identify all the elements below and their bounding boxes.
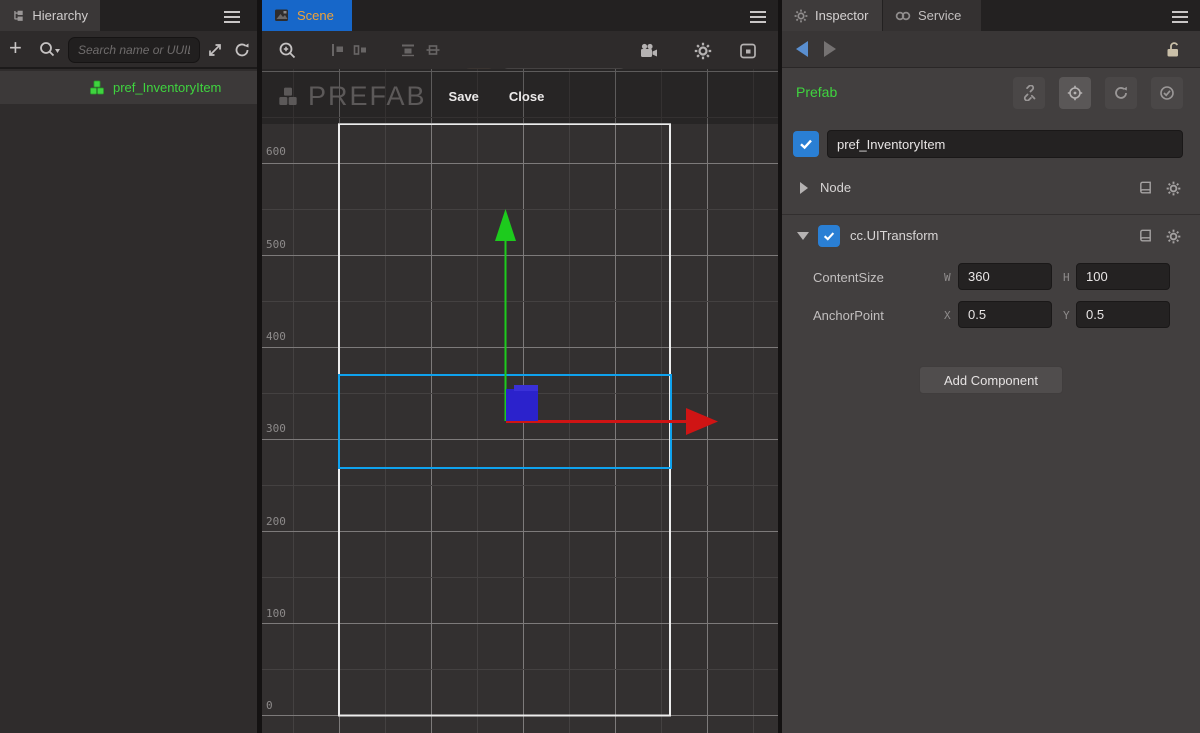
anchor-point-label: AnchorPoint [813,308,884,323]
uitransform-settings-gear-icon[interactable] [1166,229,1181,244]
ruler-label-0: 0 [266,699,294,712]
inspector-tabbar: Inspector Service [782,0,1200,31]
scene-tabbar: Scene [262,0,778,31]
prefab-locate-button[interactable] [1059,77,1091,109]
prefab-save-button[interactable]: Save [449,89,479,104]
layout-window-icon[interactable] [739,42,757,60]
tab-hierarchy[interactable]: Hierarchy [0,0,100,31]
align-center-h-icon[interactable] [352,42,368,58]
ruler-label-500: 500 [266,238,294,251]
expand-all-icon[interactable] [206,41,224,59]
check-icon [822,229,836,243]
ruler-label-200: 200 [266,515,294,528]
lock-icon[interactable] [1164,40,1182,59]
prefab-close-button[interactable]: Close [509,89,544,104]
hierarchy-item-pref-inventoryitem[interactable]: pref_InventoryItem [0,71,257,104]
content-size-w-label: W [944,271,951,284]
uitransform-collapse-caret-icon[interactable] [797,232,809,240]
node-section-label: Node [820,180,851,195]
tab-service[interactable]: Service [883,0,981,31]
nav-back-icon[interactable] [796,41,808,57]
zoom-icon[interactable] [278,41,298,61]
anchor-point-y-input[interactable] [1076,301,1170,328]
content-size-h-input[interactable] [1076,263,1170,290]
ruler-label-400: 400 [266,330,294,343]
prefab-banner-title: PREFAB [308,81,427,112]
anchor-point-x-input[interactable] [958,301,1052,328]
add-component-button[interactable]: Add Component [919,366,1063,394]
hierarchy-panel: Hierarchy + pref_Invento [0,0,257,733]
node-name-input[interactable] [827,130,1183,158]
gear-icon[interactable] [694,42,712,60]
node-docs-book-icon[interactable] [1138,181,1153,196]
hierarchy-tab-label: Hierarchy [32,8,88,23]
prefab-restore-button[interactable] [1105,77,1137,109]
ruler-label-300: 300 [266,422,294,435]
prefab-cube-icon [88,79,106,97]
ruler-label-100: 100 [266,607,294,620]
anchor-point-x-label: X [944,309,951,322]
prefab-banner: PREFAB Save Close [262,69,778,124]
node-settings-gear-icon[interactable] [1166,181,1181,196]
align-left-icon[interactable] [330,42,346,58]
inspector-panel: Inspector Service Prefab [782,0,1200,733]
add-node-button[interactable]: + [9,35,22,61]
content-size-w-input[interactable] [958,263,1052,290]
inspector-gear-icon [794,9,808,23]
uitransform-section-label: cc.UITransform [850,228,938,243]
tab-scene[interactable]: Scene [262,0,352,31]
refresh-icon[interactable] [233,41,251,59]
scene-tab-label: Scene [297,8,334,23]
tab-inspector[interactable]: Inspector [782,0,882,31]
scene-canvas[interactable] [262,69,778,733]
hierarchy-toolbar: + [0,31,257,69]
prefab-apply-button[interactable] [1151,77,1183,109]
search-filter-icon[interactable] [38,40,62,60]
content-size-label: ContentSize [813,270,884,285]
prefab-label: Prefab [796,84,837,100]
hierarchy-menu-icon[interactable] [224,8,240,23]
align-middle-icon[interactable] [425,42,441,58]
node-collapse-caret-icon[interactable] [800,182,808,194]
scene-panel: Scene [262,0,778,733]
service-link-icon [895,10,911,22]
content-size-h-label: H [1063,271,1070,284]
search-input[interactable] [68,37,200,63]
check-circle-icon [1159,85,1175,101]
restore-icon [1113,85,1129,101]
hierarchy-tree-icon [12,8,25,24]
ruler-label-600: 600 [266,145,294,158]
section-uitransform-header[interactable]: cc.UITransform [782,220,1200,252]
prefab-unlink-button[interactable] [1013,77,1045,109]
align-top-icon[interactable] [400,42,416,58]
inspector-tab-label: Inspector [815,8,868,23]
camera-icon[interactable] [640,43,658,59]
nav-forward-icon[interactable] [824,41,836,57]
scene-menu-icon[interactable] [750,8,766,23]
anchor-point-y-label: Y [1063,309,1070,322]
service-tab-label: Service [918,8,961,23]
scene-viewport[interactable]: 600 500 400 300 200 100 0 PREFAB Save Cl… [262,69,778,733]
uitransform-enabled-checkbox[interactable] [818,225,840,247]
inspector-nav-row [782,31,1200,68]
inspector-menu-icon[interactable] [1172,8,1188,23]
section-node-header[interactable]: Node [782,172,1200,204]
scene-image-icon [274,8,290,23]
scene-toolbar: Default De... [262,31,778,69]
node-active-checkbox[interactable] [793,131,819,157]
hierarchy-item-label: pref_InventoryItem [113,80,221,95]
check-icon [798,136,814,152]
hierarchy-tabbar: Hierarchy [0,0,257,31]
unlink-icon [1021,85,1037,101]
uitransform-docs-book-icon[interactable] [1138,229,1153,244]
gizmo-anchor-cube[interactable] [506,385,538,421]
prefab-banner-cube-icon [276,85,300,109]
target-icon [1067,85,1083,101]
